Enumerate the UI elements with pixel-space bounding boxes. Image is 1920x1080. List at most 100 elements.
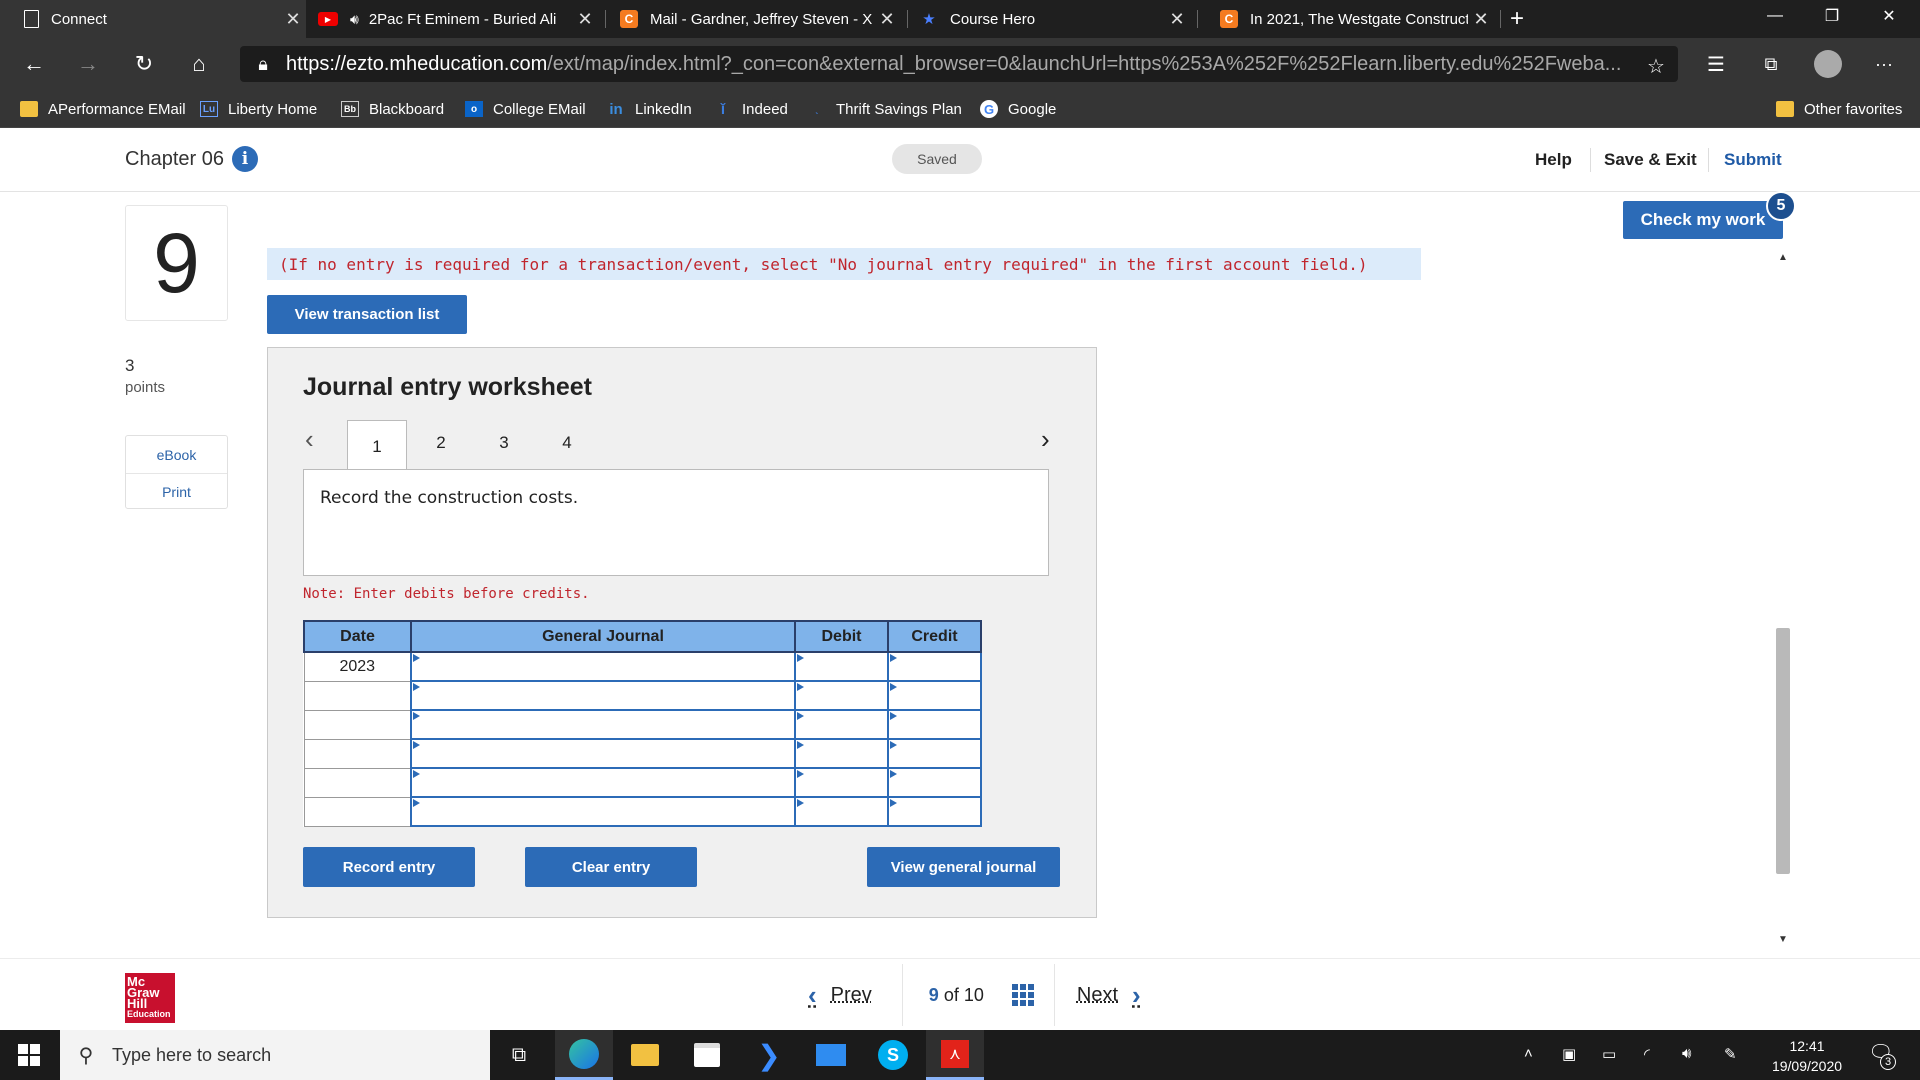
close-tab-icon[interactable]: ✕ (874, 9, 900, 30)
bookmark-other-favorites[interactable]: Other favorites (1776, 90, 1902, 128)
speaker-icon[interactable]: 🔊︎ (350, 11, 359, 28)
collections-icon[interactable]: ⧉ (1755, 48, 1787, 80)
worksheet-tab-1[interactable]: 1 (347, 420, 407, 472)
scrollbar-thumb[interactable] (1776, 628, 1790, 874)
date-cell[interactable] (303, 738, 412, 769)
debit-cell[interactable] (794, 680, 889, 711)
start-button[interactable] (0, 1030, 58, 1080)
battery-icon[interactable]: ▭ (1602, 1045, 1616, 1063)
question-grid-icon[interactable] (1011, 984, 1034, 1006)
view-general-journal-button[interactable]: View general journal (867, 847, 1060, 887)
worksheet-tab-4[interactable]: 4 (537, 420, 597, 466)
mail-icon[interactable] (802, 1030, 860, 1080)
help-link[interactable]: Help (1535, 150, 1572, 170)
restore-icon[interactable]: ❐ (1809, 0, 1855, 32)
prev-link[interactable]: ‹ Prev (808, 980, 872, 1011)
file-explorer-icon[interactable] (616, 1030, 674, 1080)
clock-time: 12:41 (1789, 1038, 1825, 1054)
save-exit-link[interactable]: Save & Exit (1604, 150, 1697, 170)
credit-cell[interactable] (887, 680, 982, 711)
debit-cell[interactable] (794, 767, 889, 798)
general-journal-cell[interactable] (410, 796, 796, 827)
task-view-icon[interactable]: ⧉ (490, 1030, 548, 1080)
debit-cell[interactable] (794, 709, 889, 740)
date-cell[interactable]: 2023 (303, 651, 412, 682)
volume-icon[interactable]: 🔊︎ (1682, 1045, 1691, 1062)
general-journal-cell[interactable] (410, 738, 796, 769)
scroll-down-icon[interactable]: ▼ (1776, 934, 1790, 945)
close-tab-icon[interactable]: ✕ (1468, 9, 1494, 30)
bookmark-blackboard[interactable]: Bb Blackboard (341, 90, 444, 128)
chevron-left-icon[interactable]: ‹ (305, 424, 314, 455)
minimize-icon[interactable]: — (1752, 0, 1798, 32)
date-cell[interactable] (303, 796, 412, 827)
refresh-icon[interactable]: ↻ (128, 48, 160, 80)
acrobat-icon[interactable]: ⋏ (926, 1030, 984, 1080)
favorites-list-icon[interactable]: ☰ (1700, 48, 1732, 80)
back-icon[interactable]: ← (18, 48, 50, 80)
forward-icon[interactable]: → (72, 48, 104, 80)
chevron-up-icon[interactable]: ˄ (1524, 1045, 1533, 1062)
general-journal-cell[interactable] (410, 651, 796, 682)
meet-now-icon[interactable]: ▣ (1562, 1045, 1576, 1063)
debit-cell[interactable] (794, 796, 889, 827)
debit-cell[interactable] (794, 651, 889, 682)
bookmark-indeed[interactable]: ǐ Indeed (714, 90, 788, 128)
date-cell[interactable] (303, 680, 412, 711)
skype-icon[interactable]: S (864, 1030, 922, 1080)
close-tab-icon[interactable]: ✕ (572, 9, 598, 30)
tab-mail[interactable]: C Mail - Gardner, Jeffrey Steven - X ✕ (620, 0, 900, 38)
clear-entry-button[interactable]: Clear entry (525, 847, 697, 887)
date-cell[interactable] (303, 709, 412, 740)
bookmark-thrift-savings-plan[interactable]: ˎ Thrift Savings Plan (808, 90, 962, 128)
notifications-icon[interactable]: 🗨︎ 3 (1868, 1040, 1896, 1070)
general-journal-cell[interactable] (410, 767, 796, 798)
system-clock[interactable]: 12:41 19/09/2020 (1762, 1036, 1852, 1076)
pen-icon[interactable]: ✎ (1724, 1045, 1737, 1063)
power-automate-icon[interactable]: ❯ (740, 1030, 798, 1080)
next-link[interactable]: Next › (1077, 980, 1141, 1011)
credit-cell[interactable] (887, 738, 982, 769)
general-journal-cell[interactable] (410, 680, 796, 711)
date-cell[interactable] (303, 767, 412, 798)
check-my-work-button[interactable]: Check my work (1623, 201, 1783, 239)
bookmark-linkedin[interactable]: in LinkedIn (607, 90, 691, 128)
store-icon[interactable] (678, 1030, 736, 1080)
profile-avatar[interactable] (1812, 48, 1844, 80)
favorite-star-icon[interactable]: ☆ (1640, 50, 1672, 82)
tab-course-hero[interactable]: ★ Course Hero ✕ (920, 0, 1190, 38)
close-window-icon[interactable]: ✕ (1866, 0, 1912, 32)
view-transaction-list-button[interactable]: View transaction list (267, 295, 467, 334)
address-bar[interactable]: 🔒︎ https://ezto.mheducation.com/ext/map/… (240, 46, 1678, 82)
taskbar-search[interactable]: ⚲ Type here to search (60, 1030, 490, 1080)
ebook-link[interactable]: eBook (126, 436, 227, 473)
worksheet-tab-3[interactable]: 3 (474, 420, 534, 466)
credit-cell[interactable] (887, 767, 982, 798)
bookmark-liberty-home[interactable]: Lu Liberty Home (200, 90, 317, 128)
submit-link[interactable]: Submit (1724, 150, 1782, 170)
bookmark-college-email[interactable]: o College EMail (465, 90, 586, 128)
close-tab-icon[interactable]: ✕ (280, 9, 306, 30)
wifi-icon[interactable]: ◜ (1644, 1045, 1650, 1063)
credit-cell[interactable] (887, 709, 982, 740)
edge-taskbar-icon[interactable] (555, 1030, 613, 1080)
bookmark-aperformance-email[interactable]: APerformance EMail (20, 90, 186, 128)
print-link[interactable]: Print (126, 473, 227, 510)
close-tab-icon[interactable]: ✕ (1164, 9, 1190, 30)
credit-cell[interactable] (887, 796, 982, 827)
scroll-up-icon[interactable]: ▲ (1776, 252, 1790, 263)
chevron-right-icon[interactable]: › (1041, 424, 1050, 455)
tab-westgate[interactable]: C In 2021, The Westgate Construct ✕ (1220, 0, 1494, 38)
tab-connect[interactable]: Connect ✕ (0, 0, 306, 38)
debit-cell[interactable] (794, 738, 889, 769)
general-journal-cell[interactable] (410, 709, 796, 740)
more-options-icon[interactable]: ··· (1868, 48, 1900, 80)
tab-youtube[interactable]: ▶ 🔊︎ 2Pac Ft Eminem - Buried Ali ✕ (318, 0, 598, 38)
record-entry-button[interactable]: Record entry (303, 847, 475, 887)
bookmark-google[interactable]: G Google (980, 90, 1056, 128)
home-icon[interactable]: ⌂ (183, 48, 215, 80)
worksheet-tab-2[interactable]: 2 (411, 420, 471, 466)
credit-cell[interactable] (887, 651, 982, 682)
info-icon[interactable]: i (232, 146, 258, 172)
new-tab-button[interactable]: + (1510, 0, 1540, 38)
